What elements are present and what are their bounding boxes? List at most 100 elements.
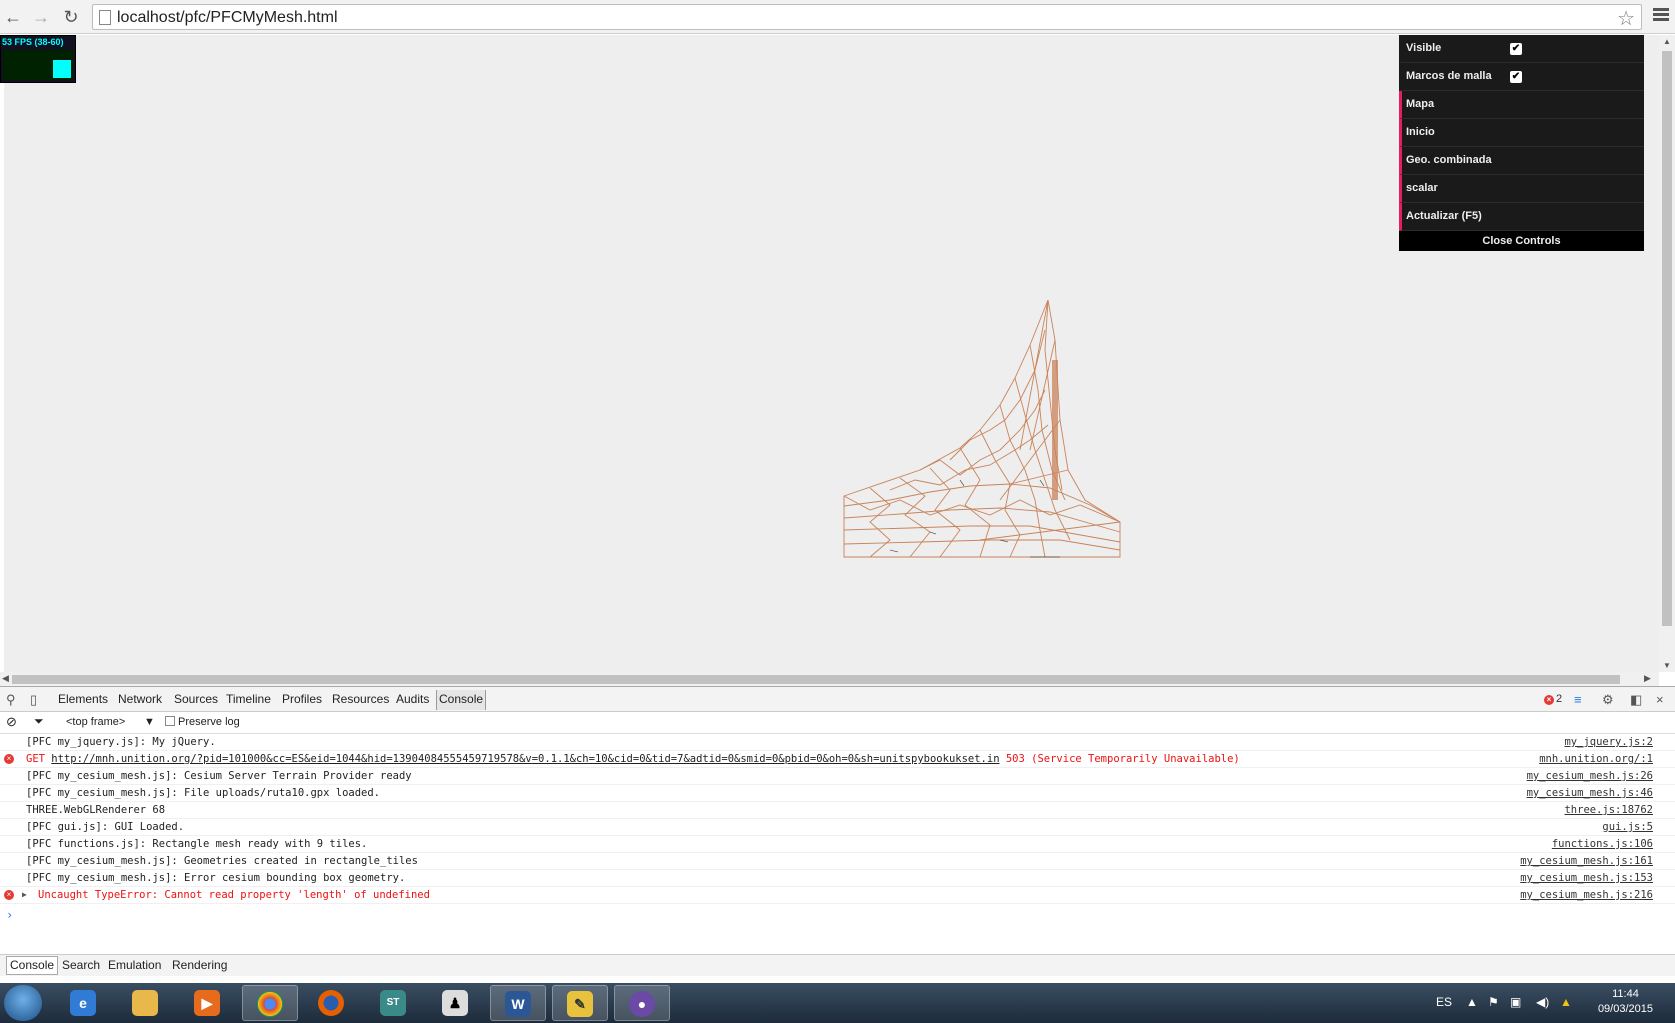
gui-label-scalar: scalar [1406,182,1438,194]
gui-button-inicio[interactable]: Inicio [1399,119,1644,147]
console-source-link[interactable]: mnh.unition.org/:1 [1539,751,1653,767]
vertical-scroll-thumb[interactable] [1662,51,1672,626]
volume-icon[interactable]: ◀) [1536,995,1549,1009]
gui-button-actualizar[interactable]: Actualizar (F5) [1399,203,1644,231]
chrome-icon[interactable] [242,985,298,1021]
gui-label-actualizar: Actualizar (F5) [1406,210,1482,222]
preserve-log-checkbox[interactable] [165,716,175,726]
gui-row-visible[interactable]: Visible ✔ [1399,35,1644,63]
error-count-badge[interactable]: × 2 [1544,693,1562,705]
horizontal-scroll-thumb[interactable] [12,675,1620,684]
ie-icon[interactable]: e [56,985,112,1021]
console-prompt[interactable]: › [6,908,13,922]
console-line: [PFC my_cesium_mesh.js]: Geometries crea… [0,853,1675,870]
explorer-icon[interactable] [118,985,174,1021]
drawer-tab-rendering[interactable]: Rendering [172,958,227,972]
language-indicator[interactable]: ES [1436,995,1452,1009]
error-icon: × [4,754,14,764]
clock[interactable]: 11:44 09/03/2015 [1598,987,1653,1017]
close-controls-button[interactable]: Close Controls [1399,231,1644,251]
frame-selector[interactable]: <top frame> [66,716,125,728]
reload-icon[interactable]: ↻ [60,6,82,28]
console-line-error: × ▶ Uncaught TypeError: Cannot read prop… [0,887,1675,904]
inkscape-icon[interactable]: ♟ [428,985,484,1021]
console-source-link[interactable]: my_jquery.js:2 [1564,734,1653,750]
network-icon[interactable]: ▣ [1510,995,1521,1009]
dock-side-icon[interactable]: ◧ [1630,692,1642,708]
tab-network[interactable]: Network [118,692,162,706]
scroll-right-arrow-icon[interactable]: ▶ [1644,673,1651,684]
tab-audits[interactable]: Audits [396,692,429,706]
scroll-down-arrow-icon[interactable]: ▼ [1663,661,1671,670]
console-line: THREE.WebGLRenderer 68 three.js:18762 [0,802,1675,819]
gui-label-mapa: Mapa [1406,98,1435,110]
console-line: [PFC functions.js]: Rectangle mesh ready… [0,836,1675,853]
drawer-tab-emulation[interactable]: Emulation [108,958,161,972]
url-text[interactable]: localhost/pfc/PFCMyMesh.html [117,8,338,28]
scroll-up-arrow-icon[interactable]: ▲ [1663,37,1671,46]
console-output: [PFC my_jquery.js]: My jQuery. my_jquery… [0,734,1675,954]
wireframe-checkbox[interactable]: ✔ [1510,71,1522,83]
console-line-error: × GET http://mnh.unition.org/?pid=101000… [0,751,1675,768]
github-icon[interactable]: ● [614,985,670,1021]
fps-stats-panel[interactable]: 53 FPS (38-60) [0,35,76,83]
clock-time: 11:44 [1612,988,1639,1000]
vertical-scrollbar[interactable]: ▲ ▼ [1659,35,1675,672]
show-drawer-icon[interactable]: ≡ [1574,692,1582,707]
device-mode-icon[interactable]: ▯ [30,692,37,708]
sublime-icon[interactable]: ✎ [552,985,608,1021]
start-button[interactable] [4,985,42,1021]
frame-dropdown-arrow-icon[interactable]: ▼ [144,716,155,728]
console-source-link[interactable]: gui.js:5 [1602,819,1653,835]
gui-row-wireframe[interactable]: Marcos de malla ✔ [1399,63,1644,91]
filter-funnel-icon[interactable]: ⏷ [34,714,44,729]
console-source-link[interactable]: three.js:18762 [1564,802,1653,818]
back-arrow-icon[interactable]: ← [2,6,24,28]
close-devtools-icon[interactable]: × [1656,692,1664,707]
console-source-link[interactable]: my_cesium_mesh.js:161 [1520,853,1653,869]
page-icon [99,10,111,25]
chrome-menu-icon[interactable] [1653,8,1669,24]
gui-button-geo-combinada[interactable]: Geo. combinada [1399,147,1644,175]
console-source-link[interactable]: my_cesium_mesh.js:26 [1527,768,1653,784]
tab-console[interactable]: Console [436,690,487,710]
expand-triangle-icon[interactable]: ▶ [22,887,27,903]
gui-label-visible: Visible [1406,42,1442,54]
settings-gear-icon[interactable]: ⚙ [1602,692,1614,708]
sourcetree-icon[interactable]: ST [366,985,422,1021]
fps-text: 53 FPS (38-60) [2,37,64,47]
tab-timeline[interactable]: Timeline [226,692,271,706]
tab-resources[interactable]: Resources [332,692,389,706]
gui-controls-panel: Visible ✔ Marcos de malla ✔ Mapa Inicio … [1399,35,1644,251]
bookmark-star-icon[interactable]: ☆ [1617,6,1635,31]
drawer-tab-search[interactable]: Search [62,958,100,972]
action-center-flag-icon[interactable]: ⚑ [1488,995,1499,1009]
firefox-icon[interactable] [304,985,360,1021]
word-icon[interactable]: W [490,985,546,1021]
drive-sync-icon[interactable]: ▲ [1560,995,1572,1009]
console-message: [PFC my_cesium_mesh.js]: Error cesium bo… [26,872,406,884]
console-source-link[interactable]: functions.js:106 [1552,836,1653,852]
console-source-link[interactable]: my_cesium_mesh.js:46 [1527,785,1653,801]
inspect-search-icon[interactable]: ⚲ [6,692,16,708]
scroll-left-arrow-icon[interactable]: ◀ [2,673,9,684]
gui-button-scalar[interactable]: scalar [1399,175,1644,203]
drawer-tab-console[interactable]: Console [6,956,59,975]
request-url-link[interactable]: http://mnh.unition.org/?pid=101000&cc=ES… [51,753,999,765]
gui-button-mapa[interactable]: Mapa [1399,91,1644,119]
media-player-icon[interactable]: ▶ [180,985,236,1021]
visible-checkbox[interactable]: ✔ [1510,43,1522,55]
horizontal-scrollbar[interactable]: ◀ ▶ [0,672,1659,686]
console-source-link[interactable]: my_cesium_mesh.js:153 [1520,870,1653,886]
console-source-link[interactable]: my_cesium_mesh.js:216 [1520,887,1653,903]
forward-arrow-icon[interactable]: → [30,6,52,28]
tray-expand-icon[interactable]: ▲ [1466,995,1478,1009]
browser-toolbar: ← → ↻ localhost/pfc/PFCMyMesh.html ☆ [0,0,1675,34]
console-message: [PFC functions.js]: Rectangle mesh ready… [26,838,368,850]
tab-profiles[interactable]: Profiles [282,692,322,706]
preserve-log-toggle[interactable]: Preserve log [165,716,240,728]
tab-elements[interactable]: Elements [58,692,108,706]
address-bar[interactable]: localhost/pfc/PFCMyMesh.html ☆ [92,4,1642,30]
tab-sources[interactable]: Sources [174,692,218,706]
clear-console-icon[interactable]: ⊘ [6,714,17,730]
